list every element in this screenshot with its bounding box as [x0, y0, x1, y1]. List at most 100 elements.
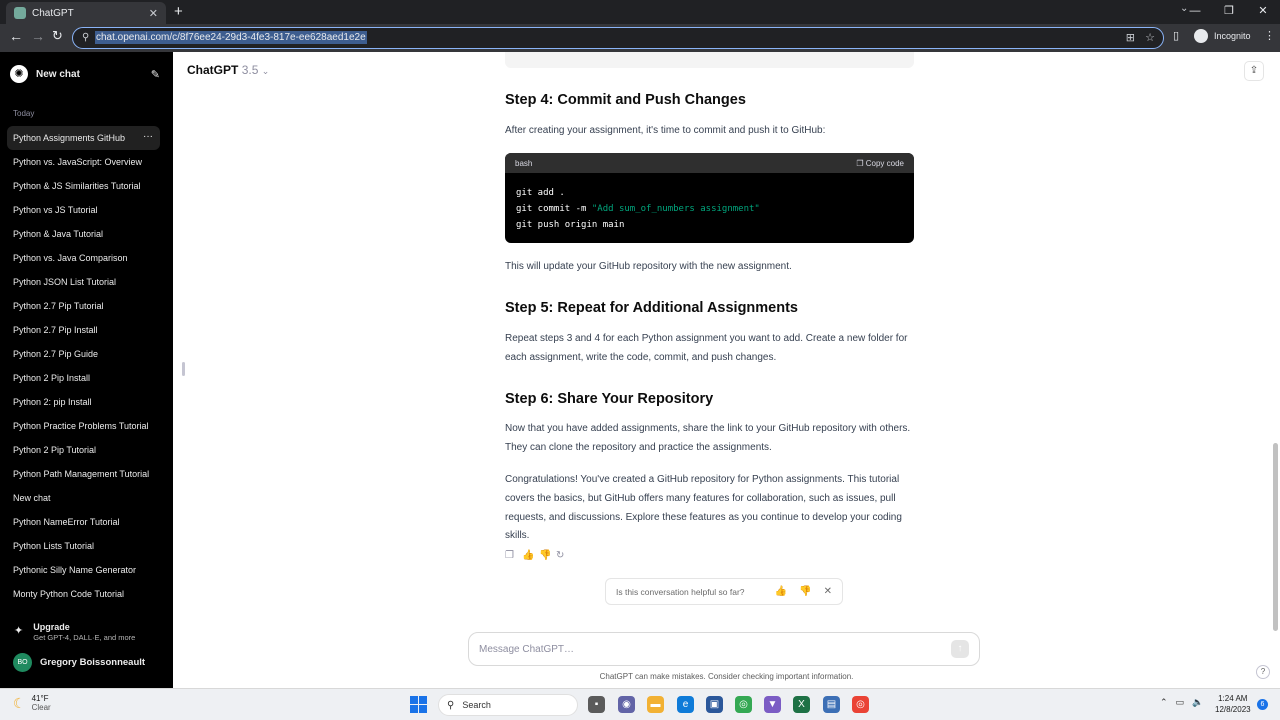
side-panel-icon[interactable]: ▯: [1173, 29, 1179, 42]
thumbs-down-icon[interactable]: 👎: [799, 586, 811, 597]
taskbar-search[interactable]: ⚲ Search: [438, 694, 578, 716]
sidebar-history-item[interactable]: Python 2 Pip Install: [7, 366, 160, 390]
step6-heading: Step 6: Share Your Repository: [505, 391, 714, 407]
sidebar-history-item[interactable]: New chat: [7, 486, 160, 510]
forward-icon[interactable]: →: [31, 28, 45, 44]
sidebar-history-item[interactable]: Python vs. Java Comparison: [7, 246, 160, 270]
search-icon: ⚲: [447, 699, 455, 711]
close-tab-icon[interactable]: ✕: [149, 7, 158, 20]
sidebar-history-item[interactable]: Python JSON List Tutorial: [7, 270, 160, 294]
url-text[interactable]: chat.openai.com/c/8f76ee24-29d3-4fe3-817…: [95, 31, 367, 44]
chat-app-icon[interactable]: ◉: [618, 696, 635, 713]
notification-badge[interactable]: 6: [1257, 699, 1268, 710]
volume-icon[interactable]: 🔈: [1192, 697, 1203, 708]
sidebar-history-item[interactable]: Python & Java Tutorial: [7, 222, 160, 246]
site-info-icon[interactable]: ⚲: [82, 32, 89, 43]
help-button[interactable]: ?: [1256, 665, 1270, 679]
tab-title: ChatGPT: [32, 7, 74, 19]
sidebar-history-label: Python 2.7 Pip Guide: [13, 349, 99, 359]
weather-widget[interactable]: ☾ 41°F Clear: [13, 694, 51, 712]
copy-code-button[interactable]: ❐ Copy code: [856, 159, 904, 168]
model-selector[interactable]: ChatGPT 3.5 ⌄: [187, 63, 269, 77]
app-icon[interactable]: ▼: [764, 696, 781, 713]
network-icon[interactable]: ▭: [1176, 697, 1185, 708]
sidebar-history-label: New chat: [13, 493, 51, 503]
address-bar[interactable]: ⚲ chat.openai.com/c/8f76ee24-29d3-4fe3-8…: [72, 27, 1164, 49]
message-composer: ↑: [468, 632, 980, 666]
back-icon[interactable]: ←: [9, 28, 23, 44]
browser-tab[interactable]: ChatGPT ✕: [6, 2, 166, 24]
edge-browser-icon[interactable]: e: [677, 696, 694, 713]
sidebar-history-label: Python & JS Similarities Tutorial: [13, 181, 141, 191]
new-tab-button[interactable]: +: [174, 3, 183, 20]
sidebar-history-label: Pythonic Silly Name Generator: [13, 565, 137, 575]
sidebar-resize-handle[interactable]: [182, 362, 185, 376]
sidebar-history-item[interactable]: Python 2 Pip Tutorial: [7, 438, 160, 462]
reload-icon[interactable]: ↻: [52, 28, 63, 44]
sidebar-history-item[interactable]: Monty Python Code Tutorial: [7, 582, 160, 606]
sidebar-history-label: Python Practice Problems Tutorial: [13, 421, 149, 431]
app-icon[interactable]: ▤: [823, 696, 840, 713]
chat-history-list: Python Assignments GitHub ··· Python vs. J…: [7, 126, 160, 606]
send-button[interactable]: ↑: [951, 640, 969, 658]
minimize-icon[interactable]: —: [1178, 0, 1212, 24]
user-menu[interactable]: BO Gregory Boissonneault: [13, 653, 145, 672]
model-version: 3.5: [241, 63, 259, 77]
start-button[interactable]: [410, 696, 427, 713]
history-section-today: Today: [13, 109, 35, 118]
restore-icon[interactable]: ❐: [1212, 0, 1246, 24]
sidebar-history-item[interactable]: Python Practice Problems Tutorial: [7, 414, 160, 438]
chrome-icon[interactable]: ◎: [735, 696, 752, 713]
browser-menu-icon[interactable]: ⋮: [1264, 29, 1275, 42]
message-input[interactable]: [479, 643, 951, 655]
incognito-indicator[interactable]: Incognito: [1194, 29, 1251, 43]
sidebar-history-label: Python 2.7 Pip Install: [13, 325, 98, 335]
feedback-prompt: Is this conversation helpful so far? 👍 👎…: [605, 578, 843, 605]
sidebar-history-item[interactable]: Python Lists Tutorial: [7, 534, 160, 558]
close-icon[interactable]: ✕: [824, 586, 832, 597]
file-explorer-taskview-icon[interactable]: ▪: [588, 696, 605, 713]
windows-taskbar: ☾ 41°F Clear ⚲ Search ▪ ◉ ▬ e ▣ ◎ ▼ X ▤ …: [0, 688, 1280, 720]
weather-condition: Clear: [31, 703, 51, 712]
new-chat-button[interactable]: ✺ New chat ✎: [10, 62, 160, 86]
weather-temp: 41°F: [31, 694, 49, 703]
excel-icon[interactable]: X: [793, 696, 810, 713]
compose-icon[interactable]: ✎: [151, 68, 160, 81]
install-app-icon[interactable]: ⊞: [1126, 31, 1135, 44]
more-options-icon[interactable]: ···: [143, 131, 153, 142]
sidebar-history-item[interactable]: Python 2.7 Pip Tutorial: [7, 294, 160, 318]
chrome-active-icon[interactable]: ◎: [852, 696, 869, 713]
store-icon[interactable]: ▣: [706, 696, 723, 713]
scrollbar[interactable]: [1273, 443, 1278, 631]
step5-heading: Step 5: Repeat for Additional Assignment…: [505, 300, 798, 316]
code-command: git commit -m: [516, 204, 592, 214]
sidebar-history-item[interactable]: Python vs JS Tutorial: [7, 198, 160, 222]
share-button[interactable]: ⇪: [1244, 61, 1264, 81]
clock-time: 1:24 AM: [1218, 694, 1248, 703]
sidebar-history-item[interactable]: Python vs. JavaScript: Overview: [7, 150, 160, 174]
sidebar-history-item[interactable]: Python 2: pip Install: [7, 390, 160, 414]
chatgpt-favicon-icon: [14, 7, 26, 19]
sidebar-history-item[interactable]: Python Path Management Tutorial: [7, 462, 160, 486]
file-explorer-icon[interactable]: ▬: [647, 696, 664, 713]
regenerate-icon[interactable]: ↻: [556, 550, 567, 561]
sidebar-history-item[interactable]: Python 2.7 Pip Install: [7, 318, 160, 342]
copy-icon[interactable]: ❐: [505, 550, 516, 561]
sidebar-history-item[interactable]: Python NameError Tutorial: [7, 510, 160, 534]
sidebar-history-item[interactable]: Python Assignments GitHub ···: [7, 126, 160, 150]
sidebar-history-item[interactable]: Python & JS Similarities Tutorial: [7, 174, 160, 198]
bookmark-star-icon[interactable]: ☆: [1145, 31, 1155, 44]
browser-tab-strip: ChatGPT ✕ + ⌄ — ❐ ✕: [0, 0, 1280, 24]
sidebar-history-item[interactable]: Pythonic Silly Name Generator: [7, 558, 160, 582]
chevron-up-icon[interactable]: ⌃: [1160, 697, 1168, 708]
close-window-icon[interactable]: ✕: [1246, 0, 1280, 24]
window-controls: — ❐ ✕: [1178, 0, 1280, 24]
thumbs-up-icon[interactable]: 👍: [775, 586, 787, 597]
thumbs-up-icon[interactable]: 👍: [522, 550, 534, 561]
upgrade-button[interactable]: ✦ Upgrade Get GPT-4, DALL·E, and more: [14, 622, 164, 642]
model-name: ChatGPT: [187, 63, 239, 77]
thumbs-down-icon[interactable]: 👎: [539, 550, 551, 561]
sparkle-icon: ✦: [14, 625, 24, 637]
sidebar-history-item[interactable]: Python 2.7 Pip Guide: [7, 342, 160, 366]
taskbar-clock[interactable]: 1:24 AM 12/8/2023: [1215, 693, 1251, 715]
